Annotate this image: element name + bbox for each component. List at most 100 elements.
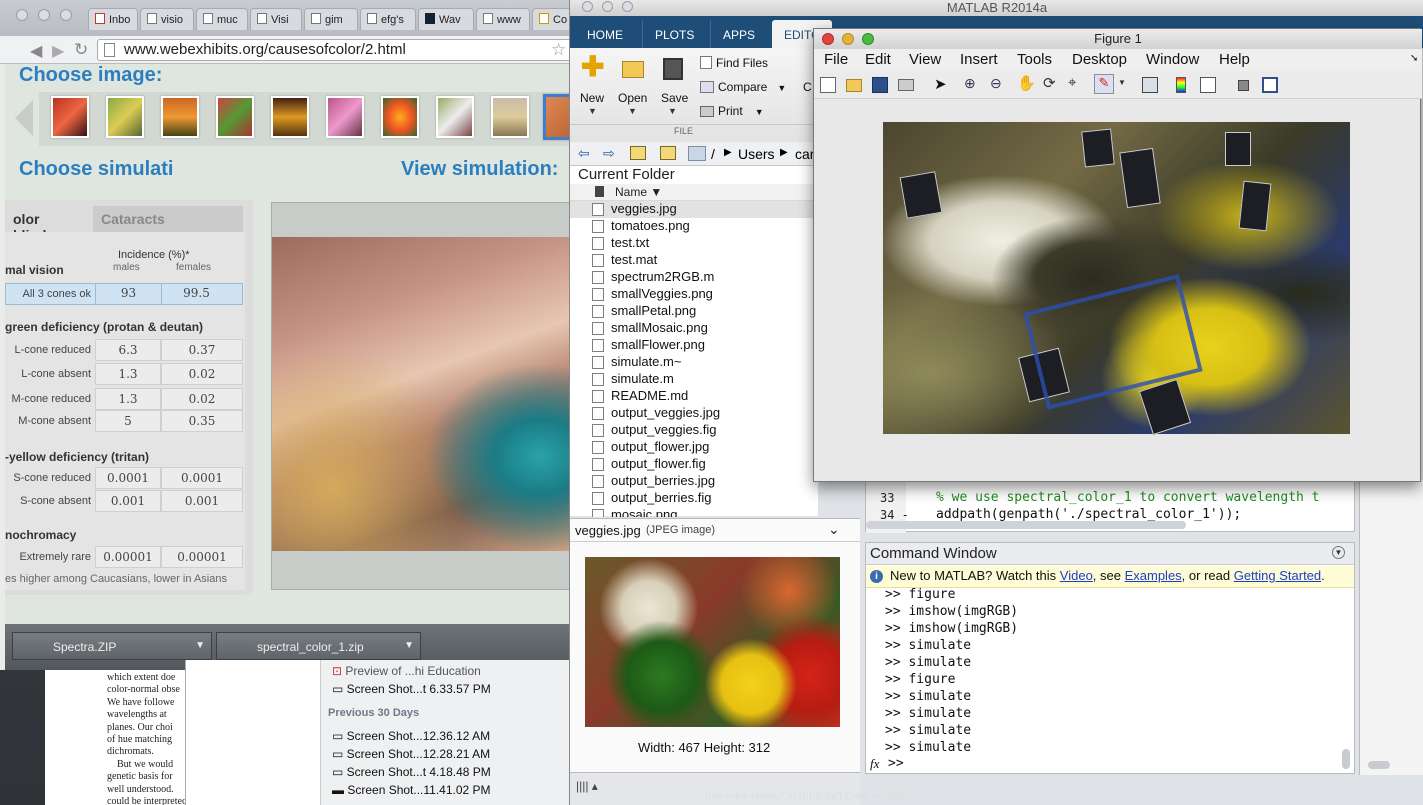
save-figure-icon[interactable] [872,77,888,93]
browser-tab[interactable]: Inbo [88,8,138,30]
chevron-down-icon[interactable]: ▼ [1118,78,1126,87]
tab-apps[interactable]: APPS [710,20,767,48]
name-column-header[interactable]: Name ▼ [615,185,662,199]
forward-arrow-icon[interactable]: ⇨ [603,145,615,162]
file-list-item[interactable]: spectrum2RGB.m [592,269,818,286]
file-list-item[interactable]: output_veggies.fig [592,422,818,439]
menu-desktop[interactable]: Desktop [1072,51,1127,68]
file-list-item[interactable]: simulate.m [592,371,818,388]
close-window-button[interactable] [16,9,28,21]
file-list-item[interactable]: output_veggies.jpg [592,405,818,422]
file-list-item[interactable]: tomatoes.png [592,218,818,235]
file-list-item[interactable]: smallMosaic.png [592,320,818,337]
finder-item[interactable]: ▭ Screen Shot...12.28.21 AM [332,747,490,761]
finder-item[interactable]: ▭ Screen Shot...t 4.18.48 PM [332,765,491,779]
file-list-item[interactable]: mosaic.png [592,507,818,517]
getting-started-link[interactable]: Getting Started [1234,568,1321,583]
panel-actions-chevron-icon[interactable]: ▼ [1332,546,1345,559]
horizontal-scrollbar[interactable] [1368,761,1390,769]
menu-insert[interactable]: Insert [960,51,998,68]
file-list-item[interactable]: output_berries.jpg [592,473,818,490]
back-arrow-icon[interactable]: ⇦ [578,145,590,162]
file-list-item[interactable]: smallVeggies.png [592,286,818,303]
male-cell[interactable]: 1.3 [95,363,161,385]
menu-help[interactable]: Help [1219,51,1250,68]
legend-icon[interactable] [1200,77,1216,93]
brush-icon[interactable]: ✎ [1094,74,1114,94]
male-cell[interactable]: 6.3 [95,339,161,361]
minimize-window-button[interactable] [38,9,50,21]
zoom-window-button[interactable] [60,9,72,21]
vertical-scrollbar[interactable] [1342,749,1350,769]
chevron-down-icon[interactable]: ▼ [668,106,677,116]
chevron-down-icon[interactable]: ▼ [628,106,637,116]
save-disk-icon[interactable] [663,58,683,80]
tab-cataracts[interactable]: Cataracts [93,206,243,232]
chevron-down-icon[interactable]: ▼ [404,640,414,651]
browser-tab[interactable]: www [476,8,530,30]
download-item[interactable]: spectral_color_1.zip ▼ [216,632,421,660]
menu-edit[interactable]: Edit [865,51,891,68]
finder-item[interactable]: ▭ Screen Shot...12.36.12 AM [332,729,490,743]
file-list-item[interactable]: README.md [592,388,818,405]
new-figure-icon[interactable] [820,77,836,93]
zoom-in-icon[interactable]: ⊕ [964,75,976,92]
male-cell[interactable]: 1.3 [95,388,161,410]
up-folder-icon[interactable] [630,146,646,160]
chevron-down-icon[interactable]: ⌄ [828,521,840,538]
back-arrow-icon[interactable]: ◀ [30,41,42,61]
open-button[interactable]: Open [618,91,647,105]
link-plot-icon[interactable] [1142,77,1158,93]
path-segment[interactable]: car [795,146,814,162]
open-file-icon[interactable] [846,79,862,92]
minimize-window-button[interactable] [602,1,613,12]
browse-folder-icon[interactable] [660,146,676,160]
tab-color-blindness[interactable]: olor blindnes [5,206,91,243]
female-cell[interactable]: 0.00001 [161,546,243,568]
menu-tools[interactable]: Tools [1017,51,1052,68]
chevron-down-icon[interactable]: ▼ [755,107,764,117]
new-plus-icon[interactable]: ✚ [581,53,605,81]
zoom-out-icon[interactable]: ⊖ [990,75,1002,92]
image-thumbnail[interactable] [216,96,254,138]
print-button[interactable]: Print ▼ [700,104,764,118]
colorbar-icon[interactable] [1176,77,1186,93]
finder-item[interactable]: ⊡ Preview of ...hi Education [332,664,481,678]
file-list-item[interactable]: output_berries.fig [592,490,818,507]
male-cell[interactable]: 0.0001 [95,467,161,489]
code-line[interactable]: addpath(genpath('./spectral_color_1')); [936,507,1354,522]
male-cell[interactable]: 0.001 [95,490,161,512]
reload-icon[interactable]: ↻ [74,40,88,60]
female-cell[interactable]: 0.37 [161,339,243,361]
print-figure-icon[interactable] [898,79,914,91]
save-button[interactable]: Save [661,91,688,105]
image-thumbnail[interactable] [381,96,419,138]
forward-arrow-icon[interactable]: ▶ [52,41,64,61]
previous-images-arrow-icon[interactable] [15,100,33,136]
tab-plots[interactable]: PLOTS [642,20,706,48]
image-thumbnail[interactable] [106,96,144,138]
image-thumbnail[interactable] [326,96,364,138]
file-list-item[interactable]: test.mat [592,252,818,269]
female-cell[interactable]: 0.001 [161,490,243,512]
menu-view[interactable]: View [909,51,941,68]
path-segment[interactable]: Users [738,146,775,162]
data-cursor-icon[interactable]: ⌖ [1068,74,1076,91]
file-list-item[interactable]: smallFlower.png [592,337,818,354]
bookmark-star-icon[interactable]: ☆ [551,40,566,60]
zoom-window-button[interactable] [622,1,633,12]
download-item[interactable]: Spectra.ZIP ▼ [12,632,212,660]
find-files-button[interactable]: Find Files [700,56,768,70]
compare-button[interactable]: Compare ▼ [700,80,786,94]
image-thumbnail[interactable] [51,96,89,138]
tab-home[interactable]: HOME [575,20,635,48]
image-thumbnail[interactable] [161,96,199,138]
image-thumbnail[interactable] [436,96,474,138]
browser-tab[interactable]: efg's [360,8,416,30]
menu-file[interactable]: File [824,51,848,68]
browser-tab[interactable]: Visi [250,8,302,30]
close-window-button[interactable] [582,1,593,12]
minimize-window-button[interactable] [842,33,854,45]
browser-tab[interactable]: gim [304,8,358,30]
file-list-item[interactable]: output_flower.jpg [592,439,818,456]
